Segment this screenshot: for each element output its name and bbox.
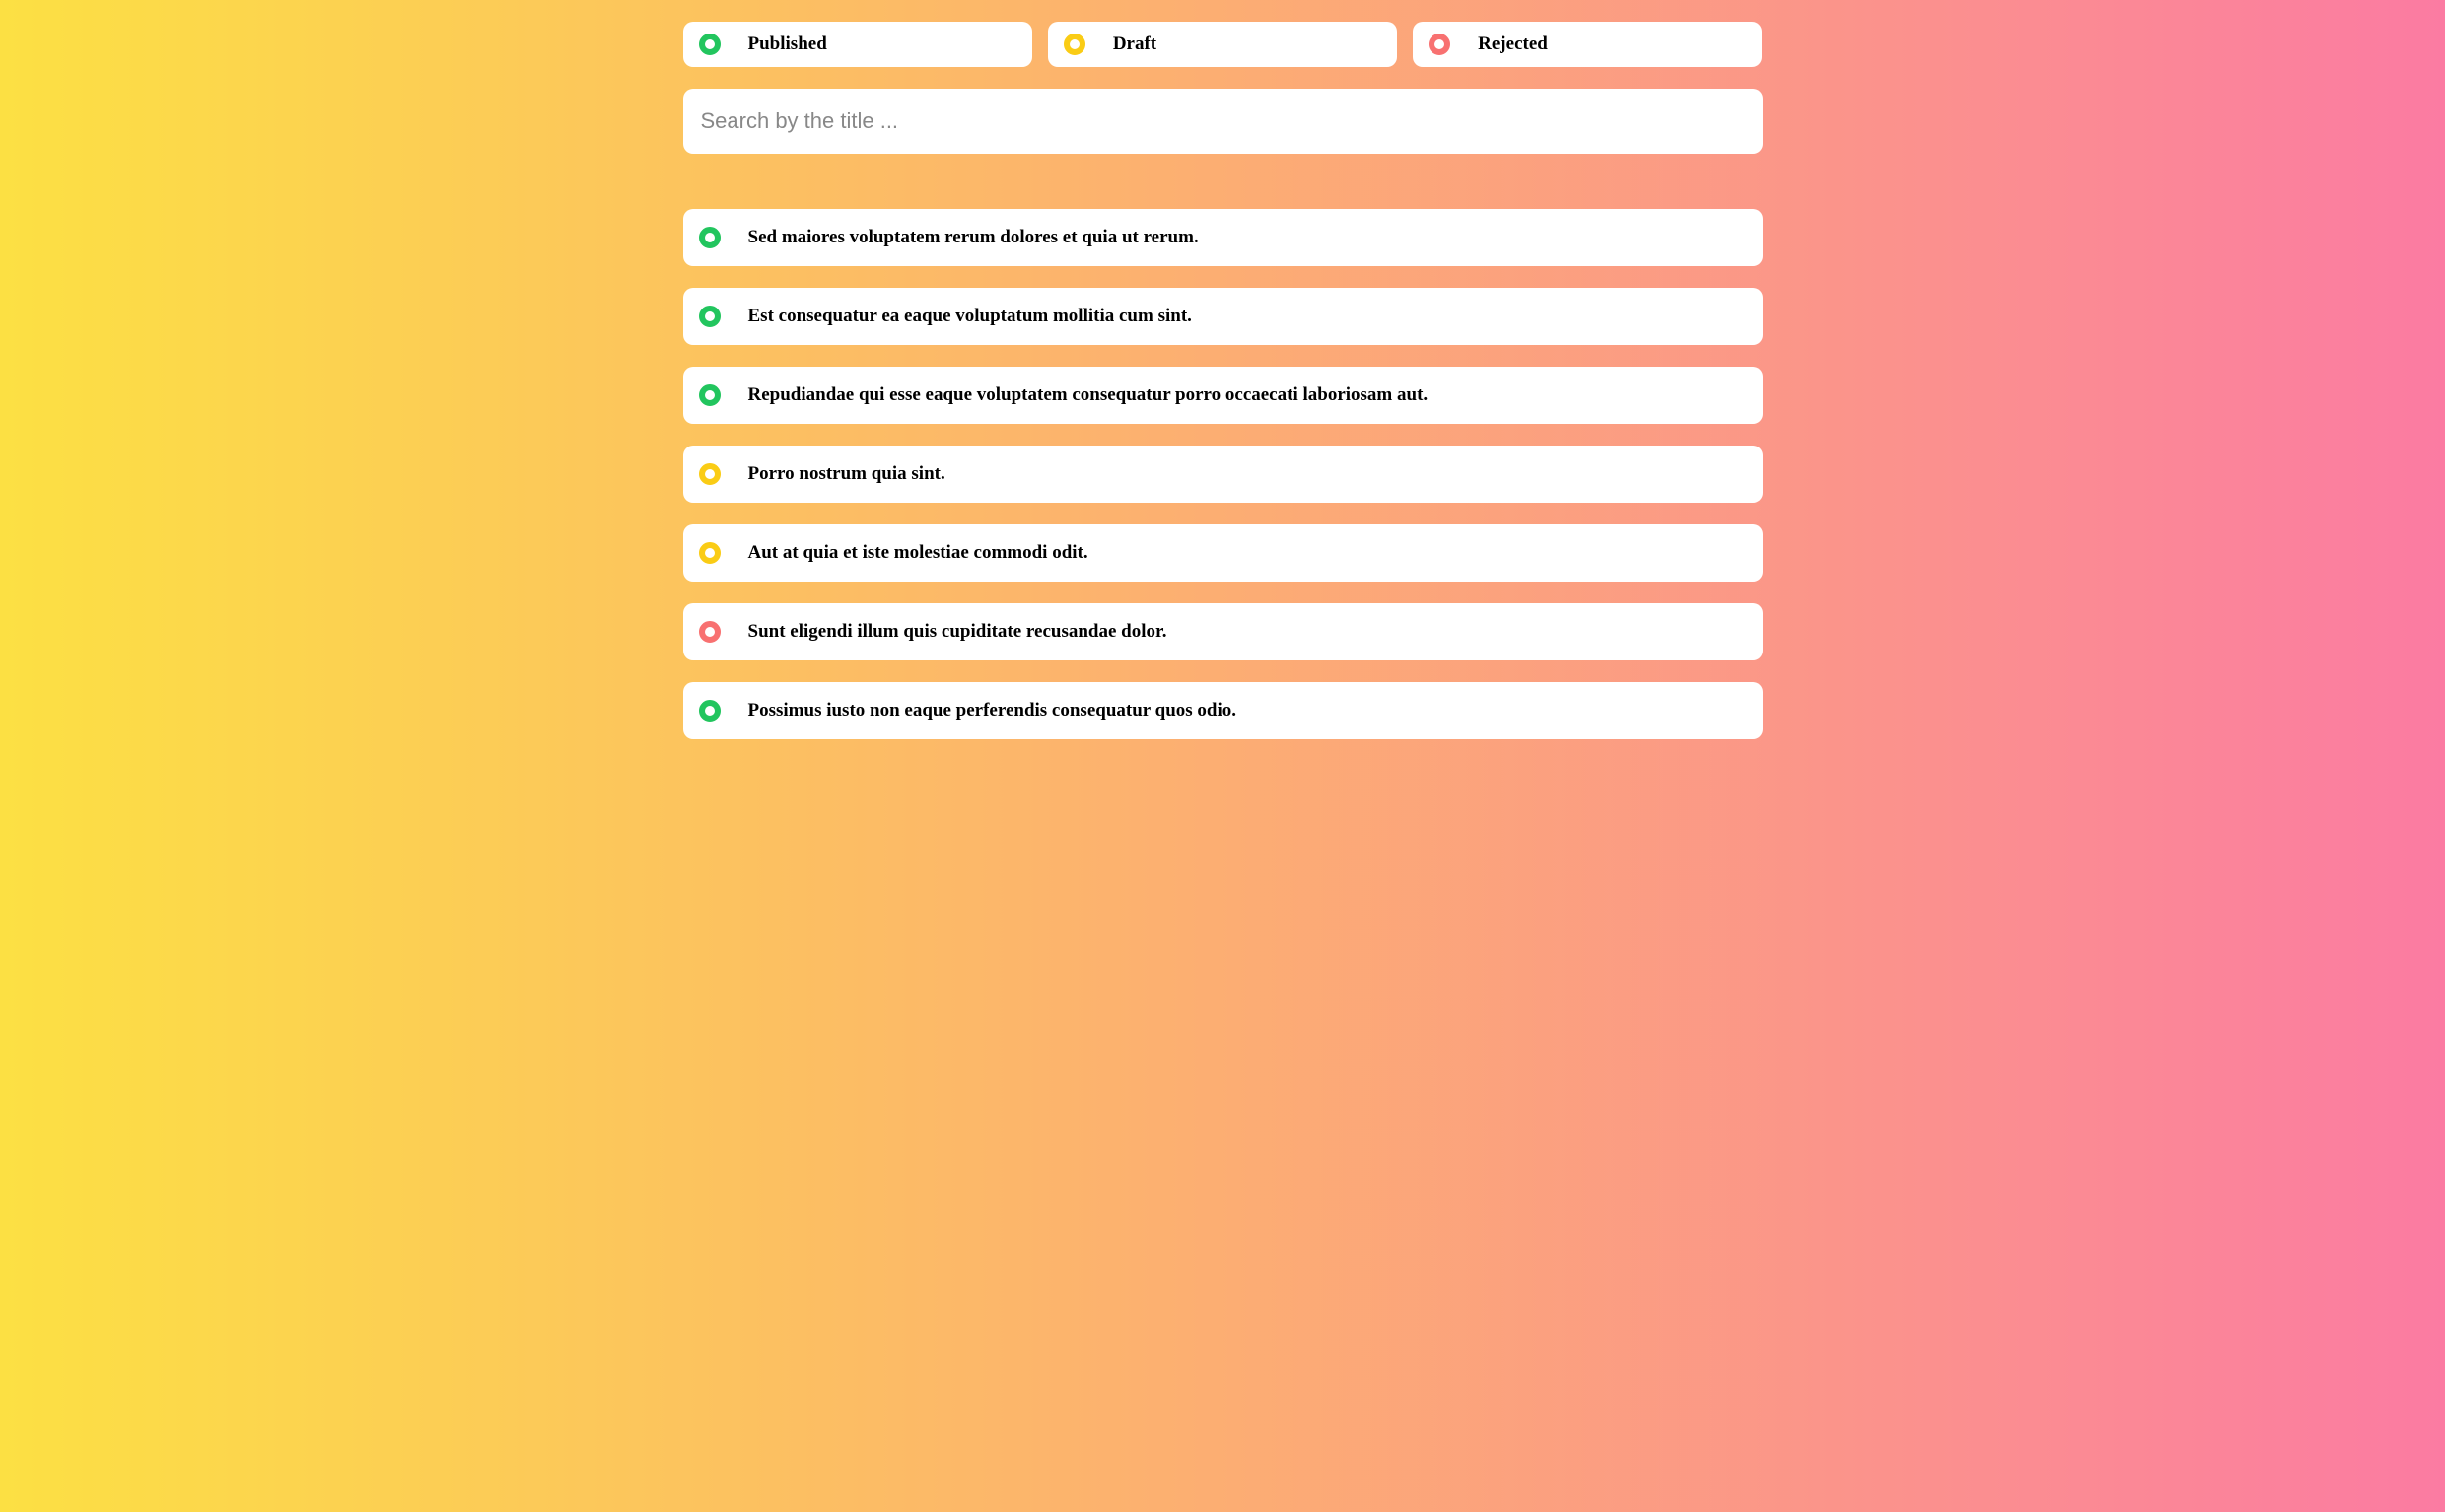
item-title: Sed maiores voluptatem rerum dolores et … <box>748 227 1199 248</box>
filter-draft[interactable]: Draft <box>1048 22 1397 67</box>
list-item[interactable]: Porro nostrum quia sint. <box>683 446 1763 503</box>
list-item[interactable]: Repudiandae qui esse eaque voluptatem co… <box>683 367 1763 424</box>
filter-rejected[interactable]: Rejected <box>1413 22 1762 67</box>
circle-icon <box>699 700 721 722</box>
list-item[interactable]: Sed maiores voluptatem rerum dolores et … <box>683 209 1763 266</box>
list-item[interactable]: Aut at quia et iste molestiae commodi od… <box>683 524 1763 582</box>
list-item[interactable]: Est consequatur ea eaque voluptatum moll… <box>683 288 1763 345</box>
filter-label: Rejected <box>1478 34 1548 55</box>
search-input[interactable] <box>683 89 1763 154</box>
circle-icon <box>699 227 721 248</box>
circle-icon <box>1064 34 1085 55</box>
filter-label: Draft <box>1113 34 1156 55</box>
main-container: Published Draft Rejected Sed maiores vol… <box>673 22 1773 739</box>
item-title: Possimus iusto non eaque perferendis con… <box>748 700 1237 722</box>
list-item[interactable]: Possimus iusto non eaque perferendis con… <box>683 682 1763 739</box>
item-title: Porro nostrum quia sint. <box>748 463 945 485</box>
item-title: Repudiandae qui esse eaque voluptatem co… <box>748 384 1429 406</box>
search-wrapper <box>683 89 1763 154</box>
circle-icon <box>699 621 721 643</box>
filter-row: Published Draft Rejected <box>683 22 1763 67</box>
filter-label: Published <box>748 34 827 55</box>
item-title: Sunt eligendi illum quis cupiditate recu… <box>748 621 1167 643</box>
item-list: Sed maiores voluptatem rerum dolores et … <box>683 209 1763 739</box>
filter-published[interactable]: Published <box>683 22 1032 67</box>
item-title: Est consequatur ea eaque voluptatum moll… <box>748 306 1192 327</box>
item-title: Aut at quia et iste molestiae commodi od… <box>748 542 1088 564</box>
circle-icon <box>1429 34 1450 55</box>
circle-icon <box>699 463 721 485</box>
circle-icon <box>699 542 721 564</box>
circle-icon <box>699 306 721 327</box>
list-item[interactable]: Sunt eligendi illum quis cupiditate recu… <box>683 603 1763 660</box>
circle-icon <box>699 384 721 406</box>
circle-icon <box>699 34 721 55</box>
